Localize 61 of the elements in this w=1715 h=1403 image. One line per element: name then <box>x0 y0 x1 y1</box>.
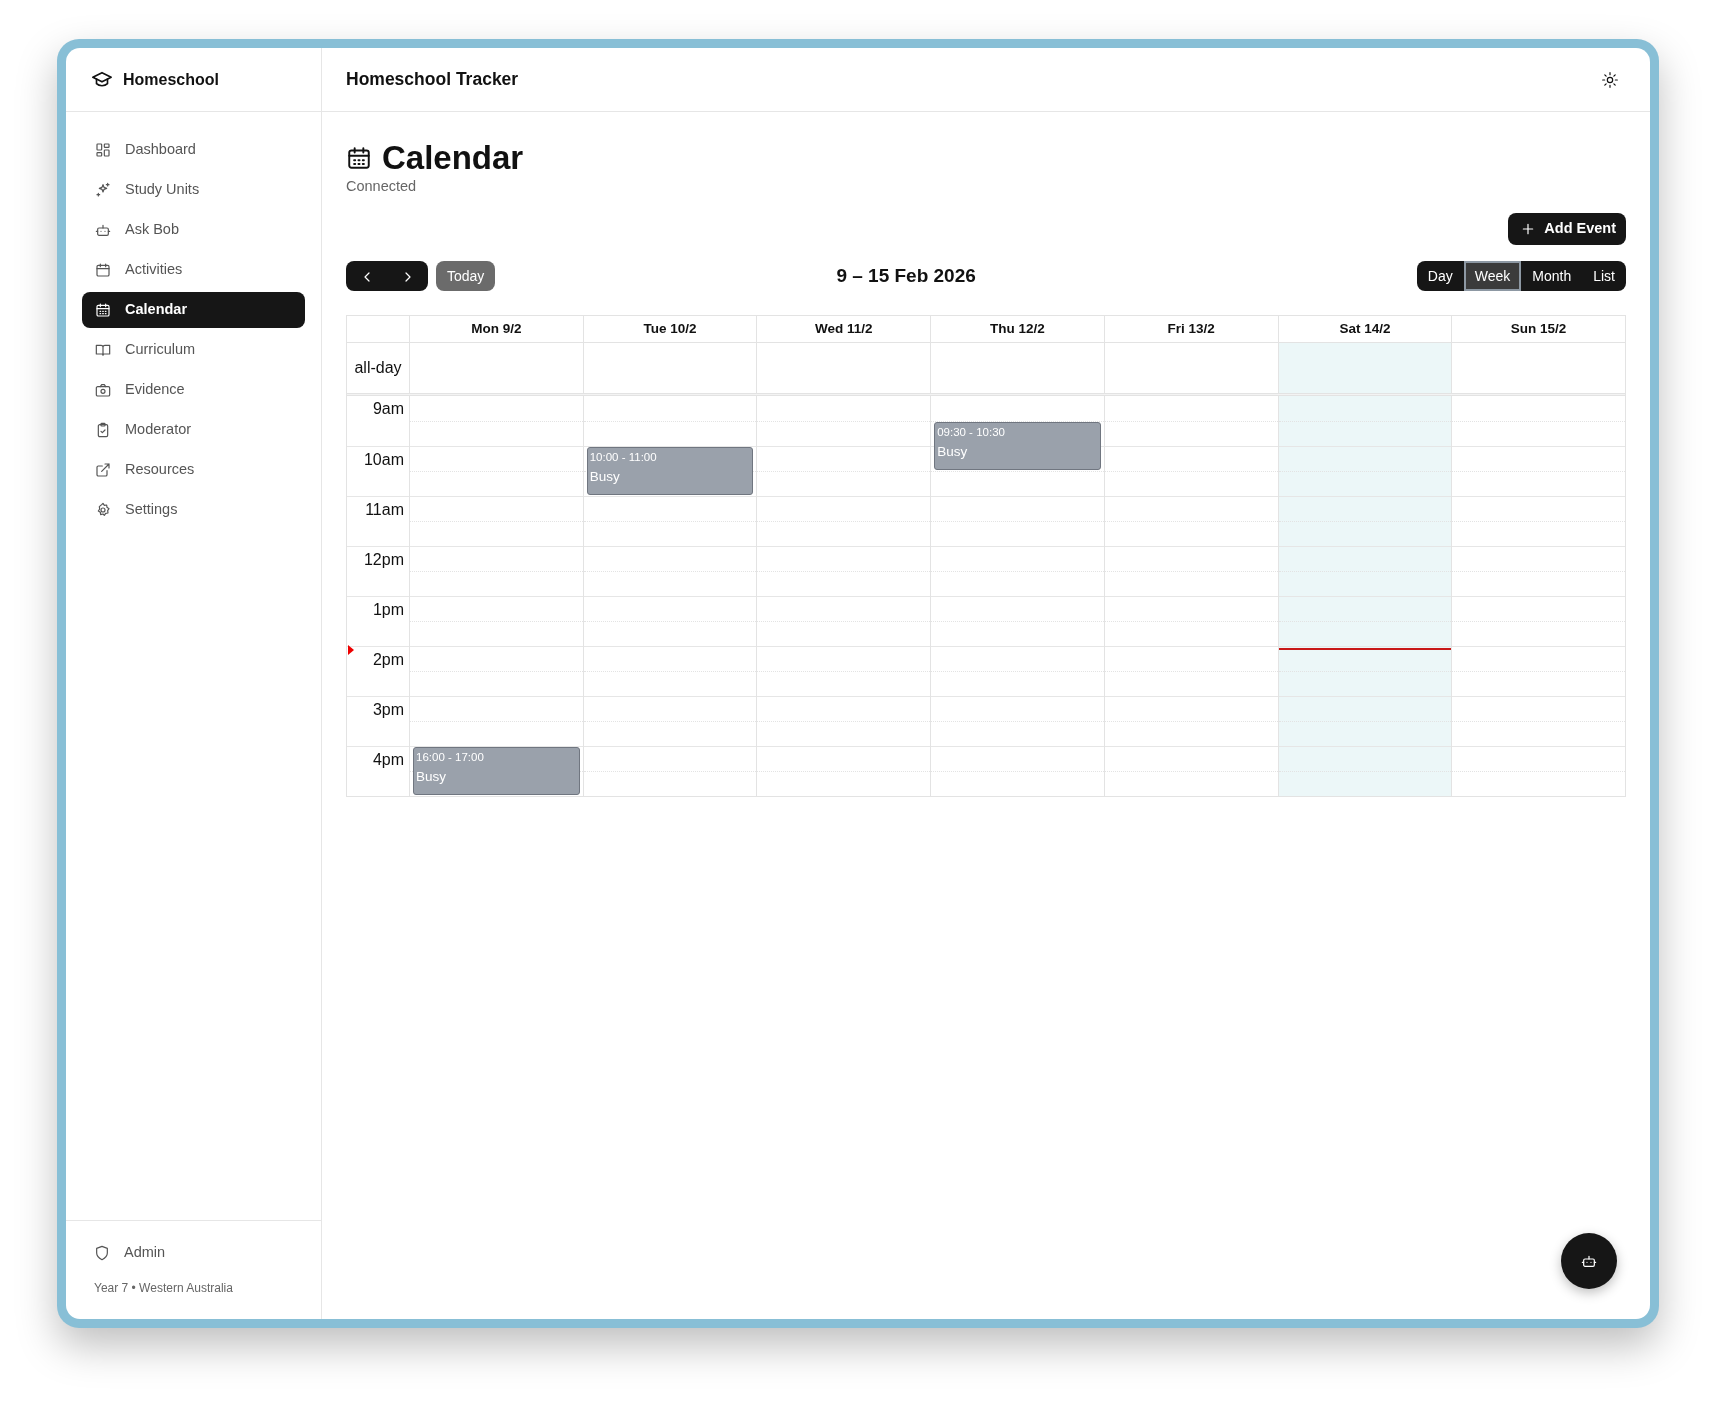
day-header: Wed 11/2 <box>756 316 931 344</box>
sidebar-item[interactable]: Ask Bob <box>82 212 305 248</box>
sidebar-item[interactable]: Study Units <box>82 172 305 208</box>
view-tab[interactable]: Day <box>1416 261 1464 292</box>
sidebar-item[interactable]: Dashboard <box>82 132 305 168</box>
admin-link[interactable]: Admin <box>94 1239 293 1267</box>
hour-label: 4pm <box>372 752 404 769</box>
settings-icon <box>95 502 111 518</box>
day-header: Thu 12/2 <box>930 316 1104 344</box>
add-event-button[interactable]: Add Event <box>1508 213 1626 246</box>
sparkle-icon <box>95 182 111 198</box>
shield-icon <box>94 1245 110 1261</box>
date-range-title: 9 – 15 Feb 2026 <box>835 264 977 289</box>
robot-icon <box>95 222 111 238</box>
view-tab[interactable]: List <box>1582 261 1626 292</box>
hour-label: 9am <box>372 401 404 418</box>
sidebar-item[interactable]: Evidence <box>82 372 305 408</box>
today-button[interactable]: Today <box>436 261 496 292</box>
day-header: Sun 15/2 <box>1451 316 1625 344</box>
brand-name: Homeschool <box>123 69 219 90</box>
page-title: Calendar <box>382 138 524 178</box>
calendar-icon <box>346 144 372 171</box>
now-indicator-arrow <box>348 645 354 656</box>
sidebar-item[interactable]: Activities <box>82 252 305 288</box>
robot-icon <box>1581 1253 1597 1269</box>
event-title: Busy <box>589 468 621 487</box>
camera-icon <box>95 382 111 398</box>
calendar-icon <box>95 302 111 318</box>
location-info: Year 7 • Western Australia <box>94 1280 234 1297</box>
event-title: Busy <box>937 443 969 462</box>
sidebar-item[interactable]: Moderator <box>82 412 305 448</box>
sidebar-item[interactable]: Calendar <box>82 292 305 328</box>
hour-label: 1pm <box>372 602 404 619</box>
dashboard-icon <box>95 142 111 158</box>
book-icon <box>95 342 111 358</box>
hour-label: 3pm <box>372 702 404 719</box>
sidebar-item[interactable]: Curriculum <box>82 332 305 368</box>
app-title: Homeschool Tracker <box>346 68 519 92</box>
day-header: Mon 9/2 <box>409 316 583 344</box>
theme-toggle[interactable] <box>1600 69 1620 90</box>
event-time: 10:00 - 11:00 <box>589 450 658 466</box>
hour-label: 12pm <box>363 552 404 569</box>
hour-label: 2pm <box>372 652 404 669</box>
clipboard-check-icon <box>95 422 111 438</box>
view-tab[interactable]: Week <box>1463 261 1522 292</box>
all-day-label: all-day <box>354 358 402 379</box>
sidebar-item[interactable]: Settings <box>82 492 305 528</box>
hour-label: 10am <box>363 452 404 469</box>
event-title: Busy <box>416 768 447 787</box>
page-subtitle: Connected <box>346 176 418 196</box>
event-time: 16:00 - 17:00 <box>416 750 485 766</box>
calendar-icon <box>95 262 111 278</box>
hour-label: 11am <box>365 502 404 519</box>
view-tab[interactable]: Month <box>1521 261 1583 292</box>
chat-bot-button[interactable] <box>1561 1233 1617 1289</box>
sun-icon <box>1602 71 1618 88</box>
day-header: Fri 13/2 <box>1103 316 1278 344</box>
external-link-icon <box>95 462 111 478</box>
sidebar-item[interactable]: Resources <box>82 452 305 488</box>
event-time: 09:30 - 10:30 <box>937 425 1006 441</box>
day-header: Tue 10/2 <box>582 316 757 344</box>
